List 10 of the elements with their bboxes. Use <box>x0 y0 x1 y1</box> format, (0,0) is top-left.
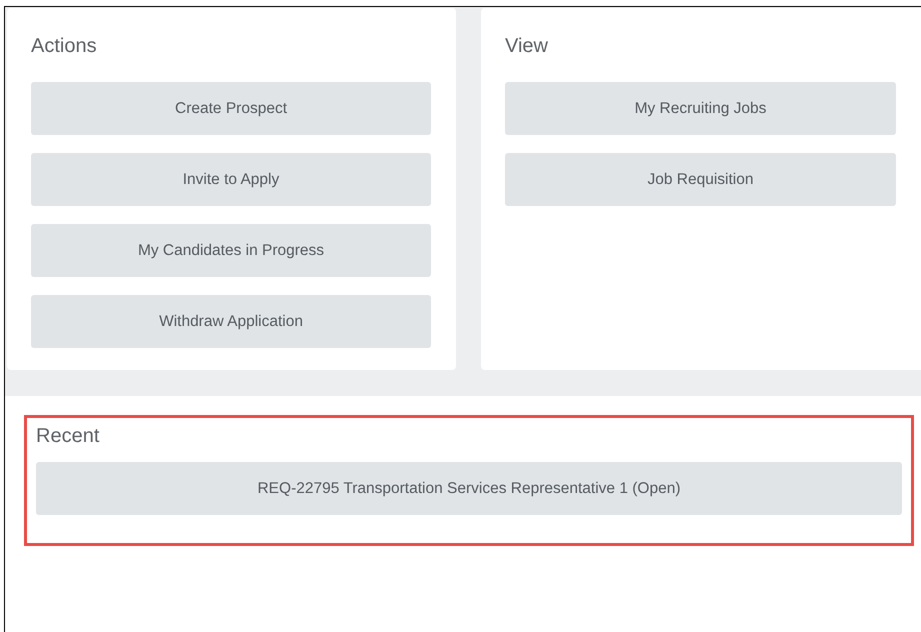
section-title: Recent <box>36 424 100 448</box>
recent-item-button[interactable]: REQ-22795 Transportation Services Representative 1 (Open) <box>36 462 902 515</box>
panel-title: View <box>505 34 549 58</box>
action-button[interactable]: Invite to Apply <box>31 153 431 206</box>
action-button[interactable]: Job Requisition <box>505 153 896 206</box>
action-button[interactable]: Withdraw Application <box>31 295 431 348</box>
panel-title: Actions <box>31 34 98 58</box>
action-button[interactable]: My Recruiting Jobs <box>505 82 896 135</box>
action-button[interactable]: My Candidates in Progress <box>31 224 431 277</box>
action-button[interactable]: Create Prospect <box>31 82 431 135</box>
